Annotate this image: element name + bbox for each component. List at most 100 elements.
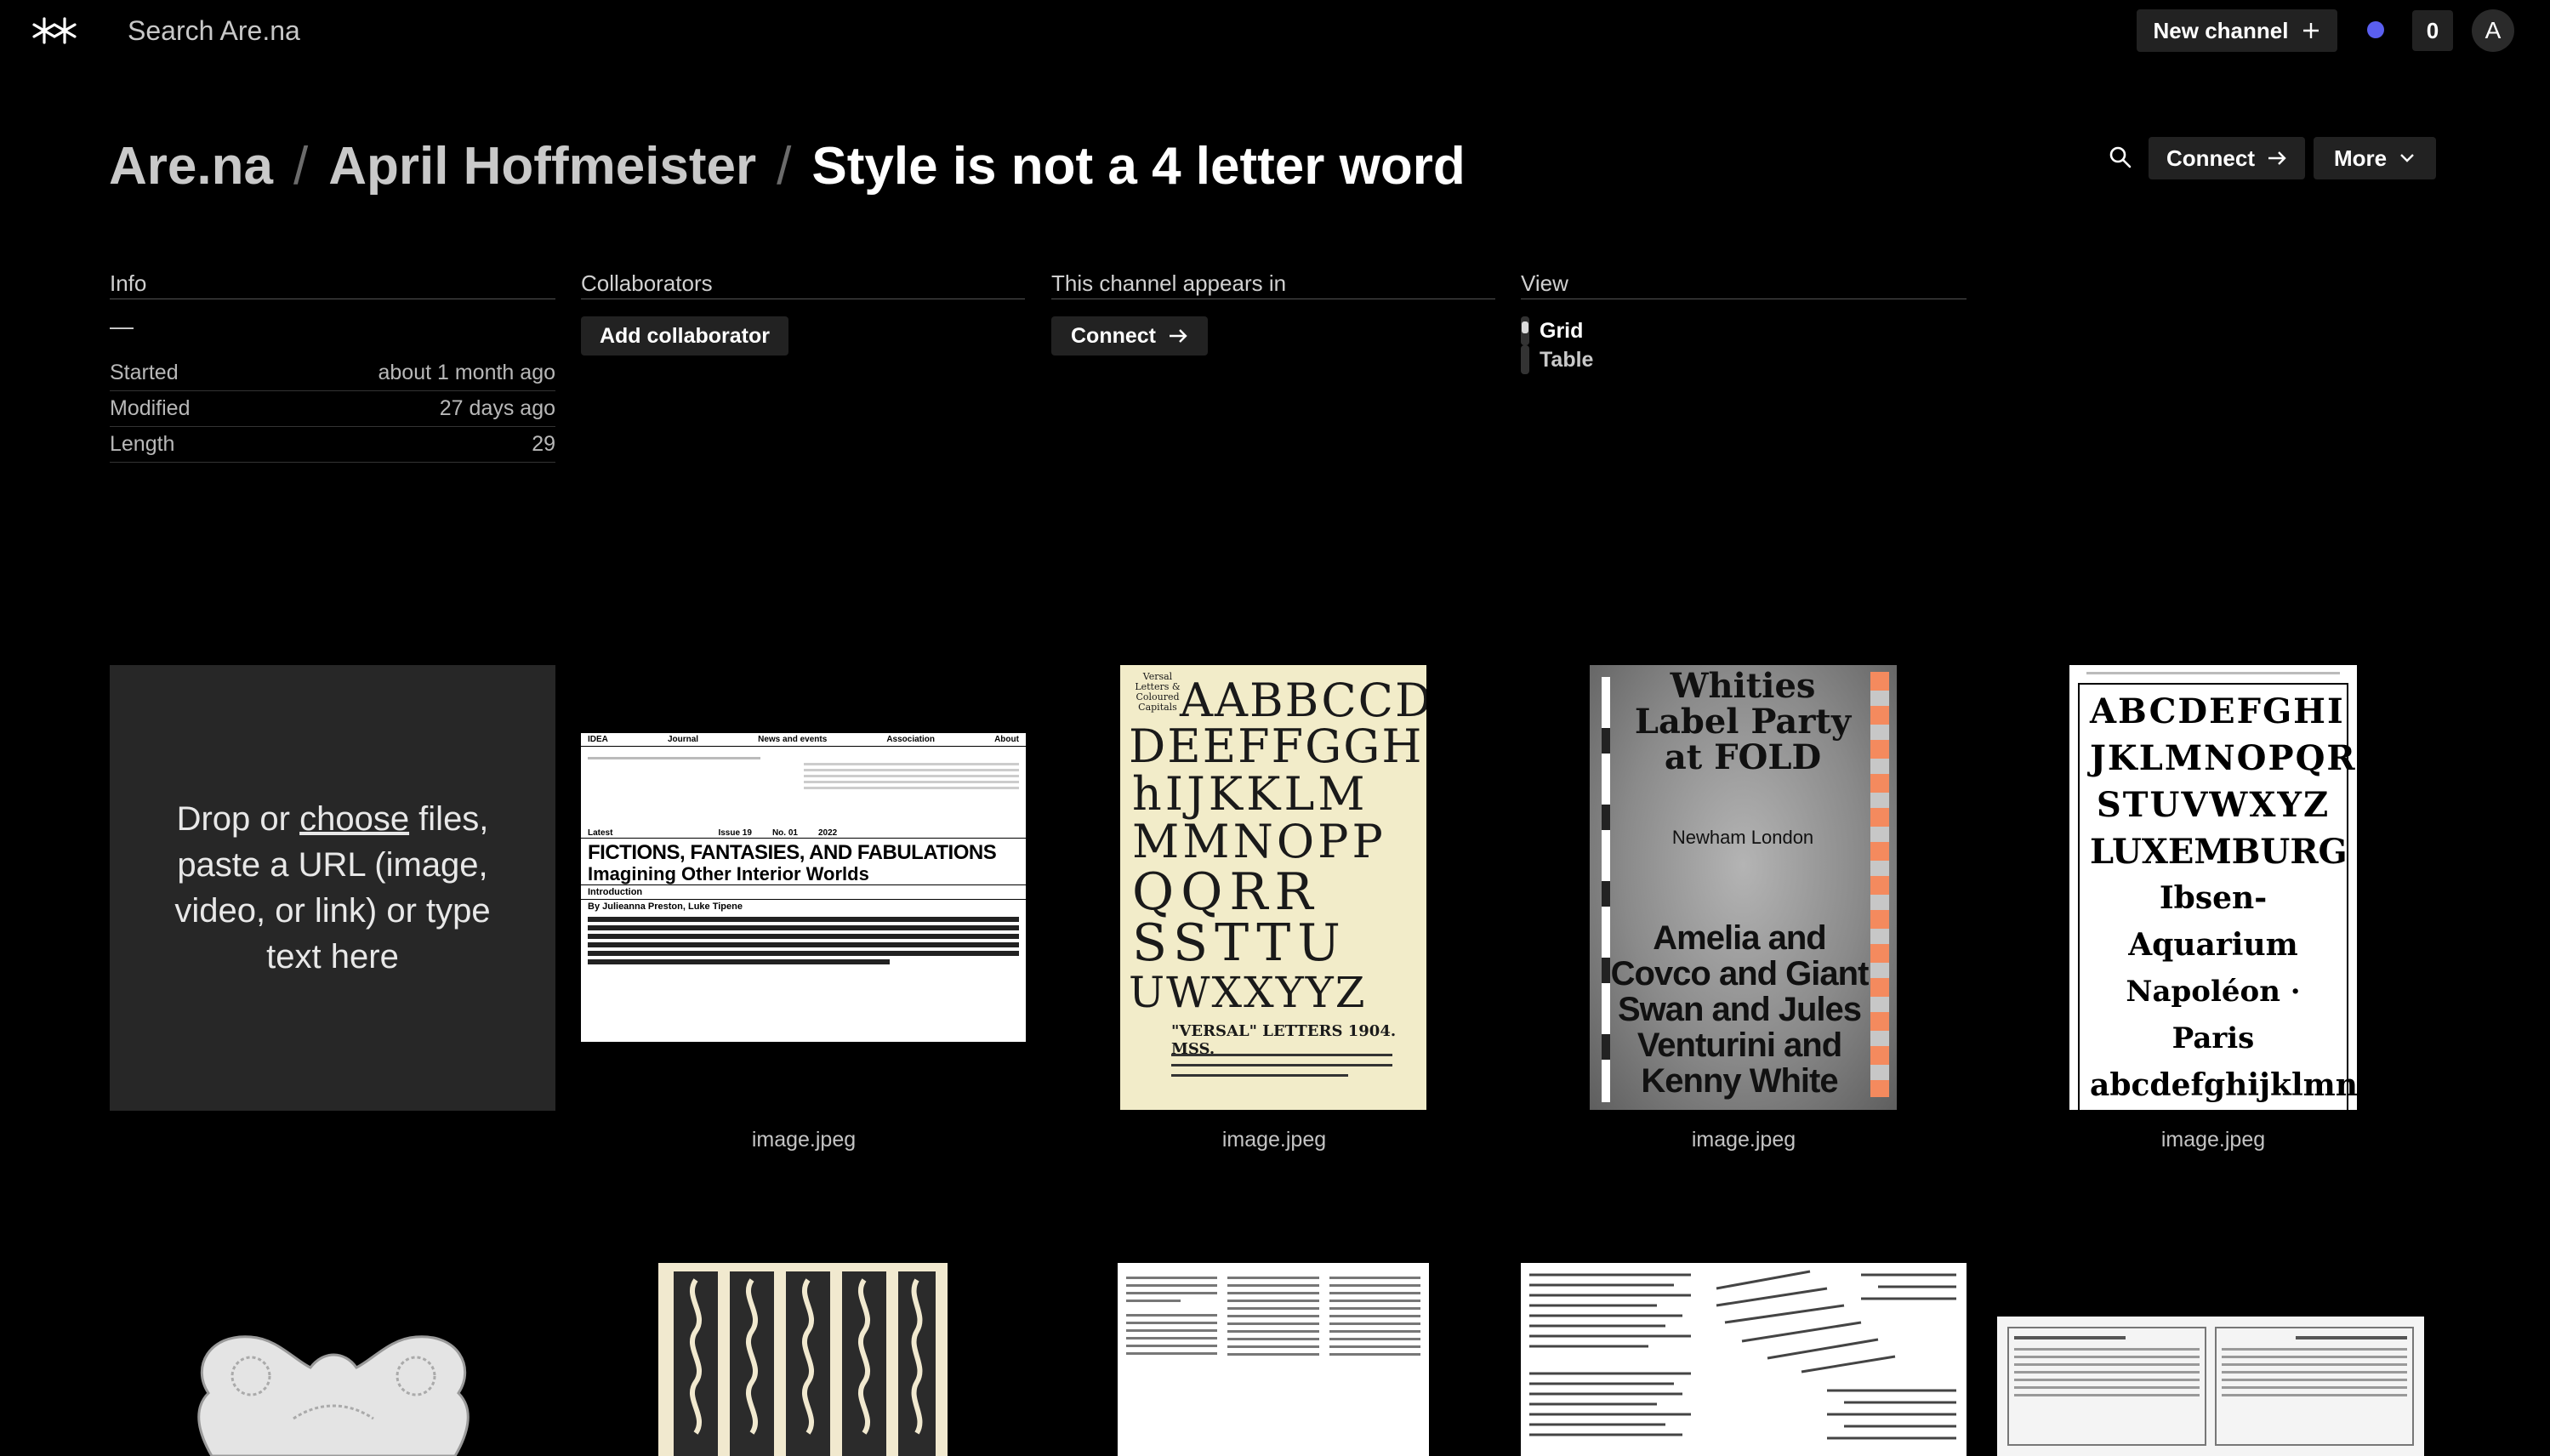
arena-logo-icon[interactable] (31, 14, 78, 48)
view-option-label: Grid (1540, 318, 1584, 343)
breadcrumb-separator: / (777, 136, 792, 196)
specimen-line: STUVWXYZ (2096, 785, 2331, 825)
info-row-modified: Modified 27 days ago (110, 391, 555, 427)
plus-icon (2303, 23, 2319, 38)
more-label: More (2333, 145, 2388, 171)
specimen-line: ABCDEFGHI (2090, 691, 2345, 731)
drop-zone-text: Drop or choose files, paste a URL (image… (161, 796, 504, 980)
info-value: about 1 month ago (378, 361, 556, 384)
journal-subhead: Imagining Other Interior Worlds (581, 864, 1026, 885)
poster-city: Newham London (1671, 827, 1814, 848)
poster-artists: Amelia and Covco and Giant Swan and Jule… (1610, 919, 1870, 1100)
block-image-versal-letters[interactable]: Versal Letters & Coloured Capitals AABBC… (1120, 665, 1426, 1110)
block-caption[interactable]: image.jpeg (1990, 1128, 2436, 1152)
journal-issue: Latest (588, 828, 613, 838)
appears-in-heading: This channel appears in (1051, 270, 1495, 299)
journal-issue-bar: Latest Issue 19 No. 01 2022 (581, 828, 1026, 839)
view-heading: View (1521, 270, 1967, 299)
new-channel-button[interactable]: New channel (2137, 9, 2337, 52)
block-caption[interactable]: image.jpeg (1521, 1128, 1967, 1152)
versal-line: QQRR (1132, 862, 1320, 922)
specimen-line: opqrstuvwxyz (2090, 1109, 2337, 1110)
arrow-right-icon (2268, 151, 2286, 165)
info-row-length: Length 29 (110, 427, 555, 463)
more-button[interactable]: More (2314, 137, 2436, 179)
view-option-indicator (1521, 345, 1529, 374)
journal-issue-number: Issue 19 (718, 828, 752, 838)
journal-year: 2022 (817, 828, 838, 838)
journal-nav-item: Association (886, 735, 936, 744)
connect-channel-button[interactable]: Connect (1051, 316, 1208, 355)
newspaper-pages (2007, 1327, 2414, 1446)
journal-nav-item: Journal (667, 735, 699, 744)
chevron-down-icon (2400, 154, 2414, 162)
specimen-line: JKLMNOPQR (2090, 738, 2357, 778)
journal-nav-item: About (994, 735, 1019, 744)
connect-button[interactable]: Connect (2149, 137, 2305, 179)
info-value: 27 days ago (439, 396, 555, 420)
block-caption[interactable]: image.jpeg (1051, 1128, 1497, 1152)
block-image-type-specimen[interactable]: ABCDEFGHI JKLMNOPQR STUVWXYZ LUXEMBURG I… (2069, 665, 2357, 1110)
info-row-started: Started about 1 month ago (110, 355, 555, 391)
new-channel-label: New channel (2153, 17, 2289, 43)
breadcrumb-user[interactable]: April Hoffmeister (328, 136, 756, 196)
view-option-label: Table (1540, 347, 1594, 372)
versal-line: UWXXYYZ (1129, 968, 1367, 1017)
info-heading: Info (110, 270, 555, 299)
info-label: Modified (110, 396, 191, 420)
versal-line: AABBCCD (1180, 674, 1426, 727)
journal-authors: By Julieanna Preston, Luke Tipene (588, 901, 743, 912)
versal-line: hIJKKLM (1132, 767, 1369, 821)
status-dot[interactable] (2367, 21, 2384, 38)
specimen-line: Ibsen-Aquarium (2128, 880, 2298, 963)
versal-script-lines (1171, 1046, 1392, 1084)
concrete-poem-lines (1529, 1270, 1956, 1440)
avatar[interactable]: A (2472, 9, 2514, 52)
journal-headline: FICTIONS, FANTASIES, AND FABULATIONS (588, 841, 997, 864)
block-image-pattern[interactable] (658, 1263, 948, 1456)
drop-zone[interactable]: Drop or choose files, paste a URL (image… (110, 665, 555, 1111)
collaborators-heading: Collaborators (581, 270, 1025, 299)
block-image-poster[interactable]: Whities Label Party at FOLD Newham Londo… (1590, 665, 1897, 1110)
block-caption[interactable]: image.jpeg (581, 1128, 1027, 1152)
info-value: 29 (532, 432, 555, 456)
journal-number: No. 01 (771, 828, 798, 838)
breadcrumb-root[interactable]: Are.na (109, 136, 273, 196)
block-image-ornament[interactable] (174, 1325, 492, 1456)
notification-count[interactable]: 0 (2412, 10, 2453, 51)
versal-line: MMNOPP (1132, 815, 1386, 868)
choose-files-link[interactable]: choose (299, 800, 409, 838)
specimen-line: abcdefghijklmn (2090, 1067, 2357, 1103)
journal-nav-item: IDEA (588, 735, 608, 744)
connect-label: Connect (1071, 323, 1156, 348)
page-title[interactable]: Style is not a 4 letter word (811, 136, 1465, 196)
breadcrumb: Are.na / April Hoffmeister / Style is no… (109, 136, 1466, 196)
specimen-block: ABCDEFGHI JKLMNOPQR STUVWXYZ LUXEMBURG I… (2078, 683, 2357, 1110)
specimen-header-line (2086, 672, 2340, 674)
search-icon[interactable] (2108, 145, 2133, 170)
view-option-table[interactable]: Table (1521, 345, 1593, 374)
view-selected-indicator (1521, 316, 1529, 345)
block-image-text-document[interactable] (1118, 1263, 1429, 1456)
channel-description[interactable]: — (110, 313, 134, 340)
document-columns (1126, 1271, 1420, 1361)
breadcrumb-separator: / (293, 136, 309, 196)
drop-zone-text-start: Drop or (176, 800, 300, 838)
block-image-newspaper-spread[interactable] (1997, 1317, 2424, 1456)
search-input[interactable] (128, 12, 723, 49)
top-bar: New channel 0 A (0, 0, 2550, 63)
versal-header: Versal Letters & Coloured Capitals (1135, 671, 1181, 713)
versal-line: DEEFFGGH (1129, 719, 1424, 773)
journal-nav-item: News and events (758, 735, 828, 744)
view-option-grid[interactable]: Grid (1521, 316, 1583, 345)
journal-nav: IDEA Journal News and events Association… (581, 733, 1026, 747)
arrow-right-icon (1170, 329, 1187, 343)
pattern-columns (674, 1271, 936, 1456)
add-collaborator-button[interactable]: Add collaborator (581, 316, 788, 355)
journal-text-lines (581, 917, 1026, 964)
poster-title: Whities Label Party at FOLD (1634, 666, 1852, 777)
journal-body-lines (581, 747, 1026, 828)
block-image-journal[interactable]: IDEA Journal News and events Association… (581, 733, 1026, 1042)
versal-line: SSTTU (1132, 913, 1347, 973)
block-image-concrete-poem[interactable] (1521, 1263, 1967, 1456)
